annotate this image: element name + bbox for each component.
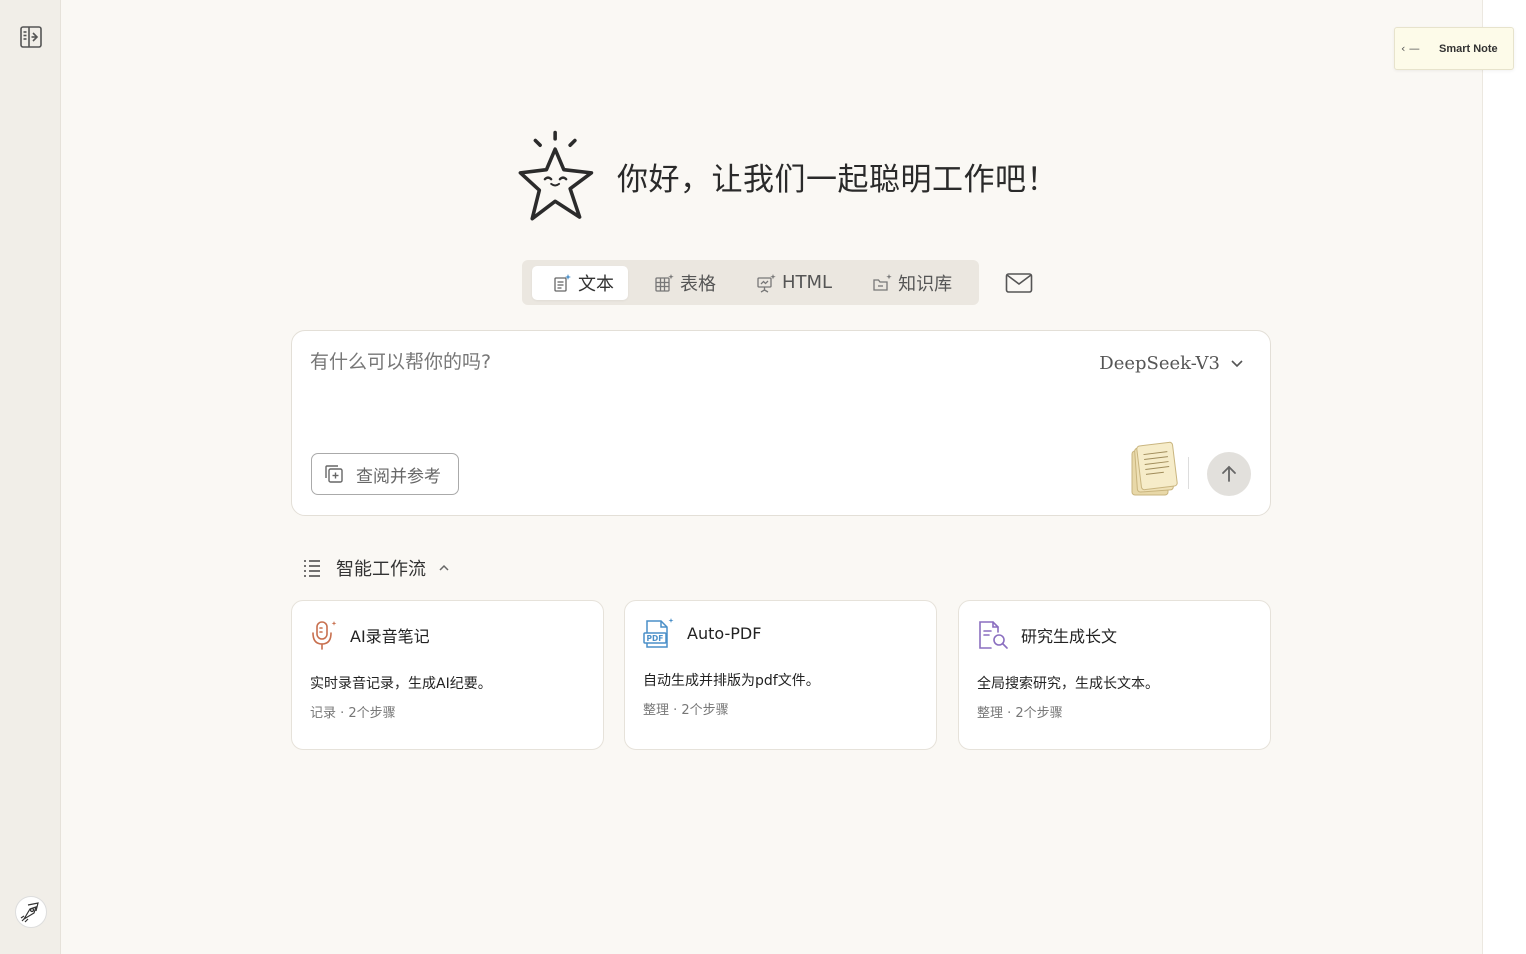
card-title: Auto-PDF [687,623,762,643]
prompt-input[interactable] [310,347,1070,427]
chevron-up-icon [439,564,449,571]
tab-label: 文本 [578,273,614,295]
doc-sparkle-icon [554,273,571,292]
card-meta: 记录 · 2个步骤 [310,706,396,721]
card-title: AI录音笔记 [350,627,430,646]
tab-table[interactable]: 表格 [634,266,730,300]
notes-stack-icon[interactable] [1130,441,1178,497]
workflows-header[interactable]: 智能工作流 [302,555,450,581]
pdf-sparkle-icon: PDF [643,618,674,648]
tab-label: HTML [782,272,833,293]
model-select[interactable]: DeepSeek-V3 [1099,353,1244,374]
hero: 你好，让我们一起聪明工作吧！ [518,116,1058,236]
tab-label: 知识库 [898,273,953,295]
tab-html[interactable]: HTML [736,266,846,300]
smart-note-button[interactable]: ‹ — Smart Note [1394,27,1514,70]
star-mascot-icon [518,130,594,221]
chevron-down-icon [1231,359,1243,367]
model-name: DeepSeek-V3 [1099,353,1220,374]
smart-note-label: Smart Note [1439,42,1498,55]
mail-icon [1005,273,1033,293]
table-sparkle-icon [655,273,674,292]
mail-button[interactable] [1004,268,1034,298]
folder-sparkle-icon [873,273,892,291]
card-head: PDF Auto-PDF [643,617,761,649]
card-meta: 整理 · 2个步骤 [643,703,729,718]
presentation-sparkle-icon [757,273,776,293]
send-button[interactable] [1207,452,1251,496]
card-head: 研究生成长文 [977,619,1117,651]
copy-plus-icon [325,465,343,483]
sidebar [0,0,61,954]
card-meta: 整理 · 2个步骤 [977,706,1063,721]
doc-search-icon [979,621,1008,649]
microphone-sparkle-icon [312,621,337,650]
card-description: 实时录音记录，生成AI纪要。 [310,676,492,692]
workflow-card-ai-recording[interactable]: AI录音笔记 实时录音记录，生成AI纪要。 记录 · 2个步骤 [291,600,604,750]
tab-label: 表格 [680,273,716,295]
card-description: 全局搜索研究，生成长文本。 [977,676,1159,692]
greeting-title: 你好，让我们一起聪明工作吧！ [617,161,1058,198]
card-description: 自动生成并排版为pdf文件。 [643,673,820,689]
workflow-card-research[interactable]: 研究生成长文 全局搜索研究，生成长文本。 整理 · 2个步骤 [958,600,1271,750]
tab-knowledge-base[interactable]: 知识库 [852,266,966,300]
workflow-card-auto-pdf[interactable]: PDF Auto-PDF 自动生成并排版为pdf文件。 整理 · 2个步骤 [624,600,937,750]
card-title: 研究生成长文 [1021,627,1118,646]
right-rail [1482,0,1526,954]
avatar[interactable] [15,896,47,928]
divider [1188,457,1189,489]
card-head: AI录音笔记 [310,619,430,651]
arrow-up-icon [1222,465,1236,482]
reference-button[interactable]: 查阅并参考 [311,453,459,495]
composer: DeepSeek-V3 查阅并参考 [291,330,1271,516]
workflow-cards: AI录音笔记 实时录音记录，生成AI纪要。 记录 · 2个步骤 PDF Auto… [291,600,1271,750]
svg-text:PDF: PDF [647,634,664,643]
reference-label: 查阅并参考 [356,466,441,487]
sidebar-toggle-icon[interactable] [19,25,43,49]
tab-text[interactable]: 文本 [532,265,628,300]
mode-tabs: 文本 表格 HTML 知识库 [522,260,979,305]
workflows-title: 智能工作流 [336,559,426,580]
list-icon [304,560,320,577]
collapse-arrow-icon: ‹ — [1401,42,1420,55]
